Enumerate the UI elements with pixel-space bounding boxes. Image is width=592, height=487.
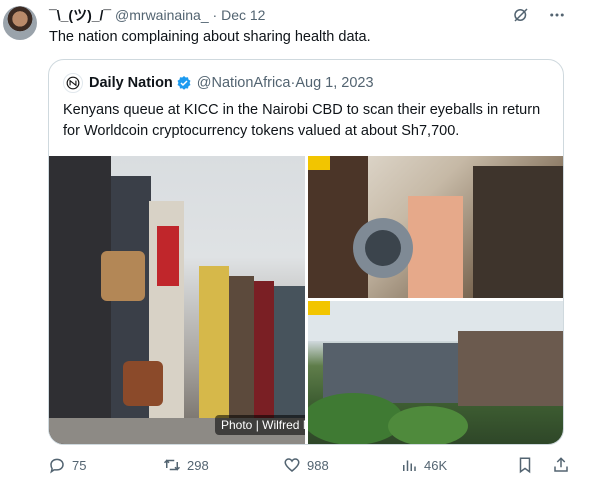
tweet-top-actions [510,4,568,26]
quoted-author-handle[interactable]: @NationAfrica [197,74,291,92]
header-separator: · [212,7,218,23]
photo-credit: Photo | Wilfred N [215,415,305,435]
share-icon [554,457,568,472]
bookmark-icon [519,457,531,474]
reply-count: 75 [72,457,87,473]
author-display-name[interactable]: ¯\_(ツ)_/¯ [49,7,111,23]
views-icon [403,460,416,471]
quoted-author-name[interactable]: Daily Nation [89,74,173,92]
quoted-tweet-text: Kenyans queue at KICC in the Nairobi CBD… [63,102,541,139]
bookmark-button[interactable] [516,456,540,474]
quoted-tweet-media: Photo | Wilfred N [49,156,563,444]
tweet-header: ¯\_(ツ)_/¯ @mrwainaina_ · Dec 12 [49,6,265,24]
grok-icon[interactable] [510,4,532,26]
tweet-date[interactable]: Dec 12 [221,7,265,23]
like-button[interactable]: 988 [283,456,329,474]
repost-button[interactable]: 298 [163,456,209,474]
photo-eye-scan[interactable] [308,156,563,298]
views-count: 46K [424,457,448,473]
share-button[interactable] [552,456,576,474]
tweet-text: The nation complaining about sharing hea… [49,29,371,45]
author-handle[interactable]: @mrwainaina_ [115,7,209,23]
quoted-tweet-card[interactable]: Daily Nation @NationAfrica · Aug 1, 2023… [48,59,564,445]
reply-icon [50,458,64,474]
quoted-tweet-header: Daily Nation @NationAfrica · Aug 1, 2023 [63,73,374,93]
quoted-tweet-date[interactable]: Aug 1, 2023 [295,74,373,92]
photo-crowd-garden[interactable] [308,301,563,444]
like-count: 988 [307,457,329,473]
reply-button[interactable]: 75 [48,456,86,474]
tweet-actions-bar: 75 298 988 46K [48,456,568,480]
repost-icon [163,459,181,471]
photo-queue-women[interactable]: Photo | Wilfred N [49,156,305,444]
views-button[interactable]: 46K [400,456,447,474]
repost-count: 298 [187,457,209,473]
heart-icon [284,458,300,472]
quoted-author-avatar[interactable] [63,73,83,93]
verified-badge-icon [176,75,192,91]
more-options-icon[interactable] [546,4,568,26]
author-avatar[interactable] [3,6,37,40]
